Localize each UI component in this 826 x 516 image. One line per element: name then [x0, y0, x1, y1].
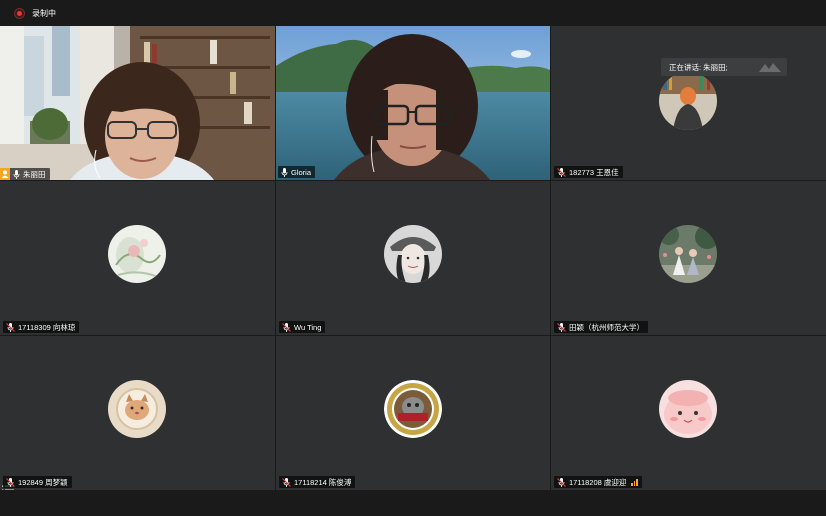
participant-name: 17118309 向林琼	[18, 322, 76, 332]
bottom-bar	[0, 490, 826, 516]
participant-name: 192849 周梦颖	[18, 477, 68, 487]
zoom-logo-icon	[759, 63, 781, 72]
participant-name: 17118214 陈俊溥	[294, 477, 352, 487]
avatar	[384, 380, 442, 438]
record-icon	[14, 8, 25, 19]
microphone-muted-icon	[282, 322, 291, 332]
microphone-muted-icon	[557, 477, 566, 487]
participant-label: 朱丽田	[0, 168, 50, 180]
participant-tile-3[interactable]: 182773 王恩佳	[551, 26, 826, 180]
avatar	[108, 380, 166, 438]
participant-tile-7[interactable]: 192849 周梦颖	[0, 336, 275, 490]
top-bar: 录制中	[0, 0, 826, 26]
participant-label: 田颖（杭州师范大学）	[554, 321, 648, 333]
participant-name: 田颖（杭州师范大学）	[569, 322, 644, 332]
microphone-icon	[281, 167, 288, 177]
participant-name: Wu Ting	[294, 322, 322, 332]
participant-label: 17118214 陈俊溥	[279, 476, 356, 488]
participant-label: Gloria	[278, 166, 316, 178]
participant-label: 17118208 虞迎迎	[554, 476, 642, 488]
avatar	[659, 72, 717, 130]
participant-tile-1[interactable]: 朱丽田	[0, 26, 275, 180]
avatar	[659, 380, 717, 438]
microphone-muted-icon	[557, 322, 566, 332]
avatar	[659, 225, 717, 283]
participant-tile-9[interactable]: 17118208 虞迎迎	[551, 336, 826, 490]
microphone-muted-icon	[6, 322, 15, 332]
participant-label: Wu Ting	[279, 321, 326, 333]
participant-label: 192849 周梦颖	[3, 476, 72, 488]
recording-indicator[interactable]: 录制中	[14, 8, 56, 19]
microphone-muted-icon	[557, 167, 566, 177]
participant-video-feed	[276, 26, 550, 180]
participant-tile-6[interactable]: 田颖（杭州师范大学）	[551, 181, 826, 335]
participant-video-feed	[0, 26, 275, 180]
participant-tile-4[interactable]: 17118309 向林琼	[0, 181, 275, 335]
microphone-muted-icon	[282, 477, 291, 487]
avatar	[384, 225, 442, 283]
participant-tile-5[interactable]: Wu Ting	[276, 181, 550, 335]
participant-name: 182773 王恩佳	[569, 167, 619, 177]
participant-label: 182773 王恩佳	[554, 166, 623, 178]
microphone-muted-icon	[6, 477, 15, 487]
speaking-indicator: 正在讲话: 朱丽田;	[661, 58, 787, 76]
avatar	[108, 225, 166, 283]
participant-name: 朱丽田	[23, 169, 46, 179]
speaking-label: 正在讲话: 朱丽田;	[669, 62, 728, 72]
signal-strength-icon	[631, 478, 638, 486]
recording-label: 录制中	[32, 9, 56, 18]
participant-name: 17118208 虞迎迎	[569, 477, 627, 487]
microphone-icon	[13, 169, 20, 179]
participant-label: 17118309 向林琼	[3, 321, 80, 333]
participant-tile-8[interactable]: 17118214 陈俊溥	[276, 336, 550, 490]
participant-name: Gloria	[291, 167, 312, 177]
host-icon	[0, 168, 10, 180]
video-grid: 朱丽田 Gloria 182773 王恩佳 17118309 向林琼 Wu Ti…	[0, 26, 826, 490]
participant-tile-2[interactable]: Gloria	[276, 26, 550, 180]
